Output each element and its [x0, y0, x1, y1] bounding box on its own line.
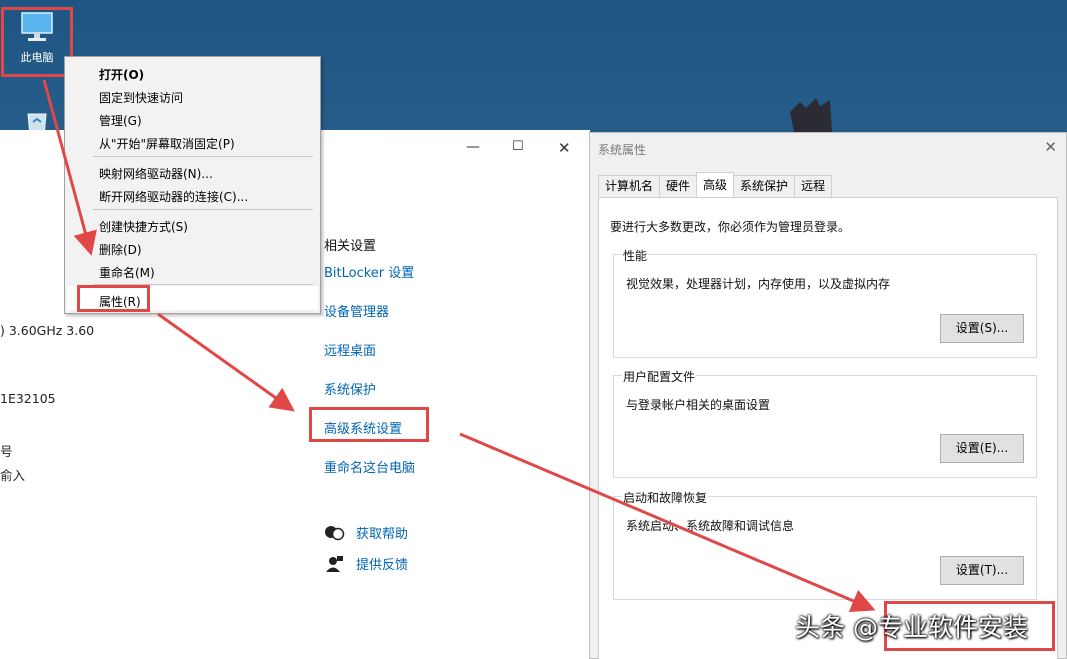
startup-recovery-group: 启动和故障恢复 系统启动、系统故障和调试信息 设置(T)... [613, 489, 1037, 600]
link-remote-desktop[interactable]: 远程桌面 [324, 340, 376, 359]
menu-separator [93, 209, 313, 210]
link-device-manager[interactable]: 设备管理器 [324, 301, 389, 320]
highlight-frame-advanced-settings [309, 407, 429, 442]
tab-advanced[interactable]: 高级 [696, 172, 735, 197]
link-rename-pc[interactable]: 重命名这台电脑 [324, 457, 415, 476]
group-title: 启动和故障恢复 [622, 489, 709, 506]
product-id-fragment: 1E32105 [0, 391, 56, 406]
tab-computer-name[interactable]: 计算机名 [598, 175, 661, 197]
group-description: 视觉效果，处理器计划，内存使用，以及虚拟内存 [626, 277, 891, 291]
performance-group: 性能 视觉效果，处理器计划，内存使用，以及虚拟内存 设置(S)... [613, 247, 1037, 358]
close-button[interactable]: ✕ [558, 139, 571, 157]
desktop-wallpaper-detail [786, 96, 836, 132]
watermark-text: 头条 @专业软件安装 [795, 613, 1028, 642]
menu-item-map-drive[interactable]: 映射网络驱动器(N)... [99, 165, 213, 182]
user-profiles-group: 用户配置文件 与登录帐户相关的桌面设置 设置(E)... [613, 368, 1037, 478]
tab-remote[interactable]: 远程 [794, 175, 833, 197]
menu-item-rename[interactable]: 重命名(M) [99, 264, 155, 281]
tab-hardware[interactable]: 硬件 [659, 175, 698, 197]
chat-help-icon [324, 525, 346, 541]
group-title: 性能 [622, 247, 649, 264]
menu-item-create-shortcut[interactable]: 创建快捷方式(S) [99, 218, 188, 235]
dialog-close-button[interactable]: ✕ [1044, 138, 1057, 156]
user-profiles-settings-button[interactable]: 设置(E)... [940, 434, 1024, 463]
minimize-button[interactable]: — [466, 139, 480, 155]
feedback-label: 提供反馈 [356, 558, 409, 573]
group-title: 用户配置文件 [622, 368, 697, 385]
menu-item-unpin-start[interactable]: 从"开始"屏幕取消固定(P) [99, 135, 235, 152]
menu-item-open[interactable]: 打开(O) [99, 66, 144, 83]
dialog-title: 系统属性 [598, 143, 647, 157]
get-help-link[interactable]: 获取帮助 [324, 523, 408, 542]
tab-bar: 计算机名 硬件 高级 系统保护 远程 [598, 172, 833, 197]
get-help-label: 获取帮助 [356, 527, 409, 542]
performance-settings-button[interactable]: 设置(S)... [940, 314, 1024, 343]
tab-system-protection[interactable]: 系统保护 [733, 175, 796, 197]
menu-item-disconnect-drive[interactable]: 断开网络驱动器的连接(C)... [99, 188, 248, 205]
menu-separator [93, 156, 313, 157]
system-properties-dialog: 系统属性 ✕ 计算机名 硬件 高级 系统保护 远程 要进行大多数更改，你必须作为… [589, 132, 1067, 659]
menu-item-manage[interactable]: 管理(G) [99, 112, 142, 129]
highlight-frame-this-pc [1, 7, 73, 77]
maximize-button[interactable]: ☐ [512, 139, 524, 154]
input-fragment: 俞入 [0, 468, 26, 483]
group-description: 与登录帐户相关的桌面设置 [626, 398, 771, 412]
related-settings-heading: 相关设置 [324, 239, 377, 254]
highlight-frame-properties [77, 285, 150, 312]
menu-item-delete[interactable]: 删除(D) [99, 241, 142, 258]
processor-info-fragment: ) 3.60GHz 3.60 [0, 323, 95, 338]
feedback-link[interactable]: 提供反馈 [324, 554, 408, 573]
info-fragment: 号 [0, 444, 13, 459]
admin-note: 要进行大多数更改，你必须作为管理员登录。 [610, 220, 851, 234]
menu-item-pin-quick-access[interactable]: 固定到快速访问 [99, 89, 183, 106]
group-description: 系统启动、系统故障和调试信息 [626, 519, 795, 533]
startup-recovery-settings-button[interactable]: 设置(T)... [940, 556, 1024, 585]
link-bitlocker-settings[interactable]: BitLocker 设置 [324, 262, 414, 281]
link-system-protection[interactable]: 系统保护 [324, 379, 376, 398]
context-menu: 打开(O) 固定到快速访问 管理(G) 从"开始"屏幕取消固定(P) 映射网络驱… [64, 56, 321, 314]
feedback-person-icon [324, 555, 346, 572]
